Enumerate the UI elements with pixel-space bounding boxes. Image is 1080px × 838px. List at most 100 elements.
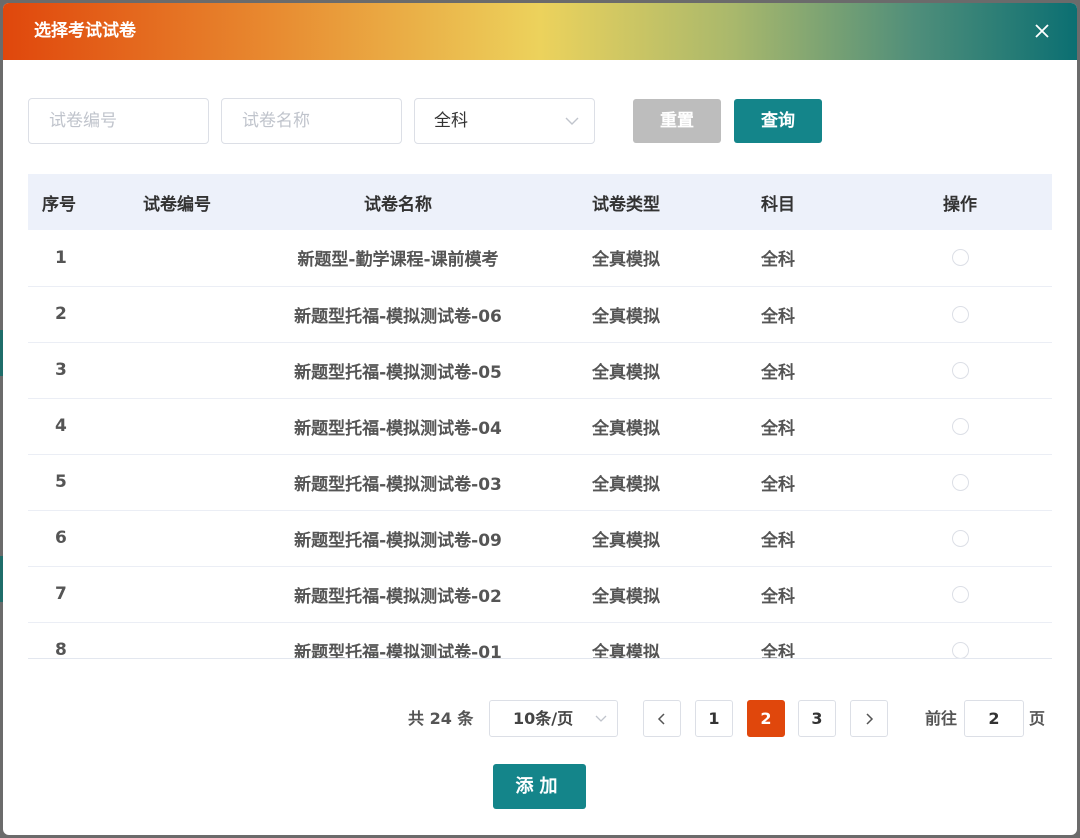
row-paper-no [122, 398, 232, 454]
table-row: 2 新题型托福-模拟测试卷-06 全真模拟 全科 [28, 286, 1052, 342]
row-paper-no [122, 566, 232, 622]
row-paper-type: 全真模拟 [592, 530, 660, 551]
row-paper-type: 全真模拟 [592, 418, 660, 439]
row-action [868, 342, 1052, 398]
row-select-radio[interactable] [951, 473, 969, 491]
row-select-radio[interactable] [951, 529, 969, 547]
row-paper-type: 全真模拟 [592, 250, 660, 271]
table-row: 8 新题型托福-模拟测试卷-01 全真模拟 全科 [28, 622, 1052, 659]
table-row: 4 新题型托福-模拟测试卷-04 全真模拟 全科 [28, 398, 1052, 454]
reset-button[interactable]: 重置 [633, 99, 721, 143]
row-select-radio[interactable] [951, 361, 969, 379]
row-subject: 全科 [761, 306, 795, 327]
goto-prefix: 前往 [925, 709, 958, 728]
row-paper-type: 全真模拟 [592, 362, 660, 383]
row-subject: 全科 [761, 642, 795, 659]
row-select-radio[interactable] [951, 305, 969, 323]
row-subject: 全科 [761, 418, 795, 439]
page-button-3[interactable]: 3 [798, 700, 836, 737]
header-paper-name: 试卷名称 [364, 194, 432, 215]
paper-table: 序号 试卷编号 试卷名称 试卷类型 科目 操作 1 新题型-勤学课程-课前模考 全真… [28, 174, 1052, 659]
page-size-select[interactable]: 10条/页 [489, 700, 618, 737]
paper-no-input[interactable]: 试卷编号 [28, 98, 209, 144]
goto-suffix: 页 [1029, 709, 1046, 728]
table-row: 6 新题型托福-模拟测试卷-09 全真模拟 全科 [28, 510, 1052, 566]
row-paper-name: 新题型托福-模拟测试卷-04 [294, 418, 502, 439]
header-index: 序号 [42, 194, 76, 215]
row-select-radio[interactable] [951, 641, 969, 658]
row-action [868, 286, 1052, 342]
row-subject: 全科 [761, 474, 795, 495]
row-paper-type: 全真模拟 [592, 306, 660, 327]
row-paper-name: 新题型托福-模拟测试卷-03 [294, 474, 502, 495]
row-paper-name: 新题型托福-模拟测试卷-02 [294, 586, 502, 607]
paper-no-placeholder: 试卷编号 [49, 111, 117, 131]
row-select-radio[interactable] [951, 417, 969, 435]
table-header-row: 序号 试卷编号 试卷名称 试卷类型 科目 操作 [28, 174, 1052, 230]
page-button-1[interactable]: 1 [695, 700, 733, 737]
add-button[interactable]: 添加 [493, 764, 586, 809]
row-select-radio[interactable] [951, 249, 969, 267]
row-index: 1 [55, 247, 67, 268]
table-row: 7 新题型托福-模拟测试卷-02 全真模拟 全科 [28, 566, 1052, 622]
chevron-down-icon [564, 113, 580, 129]
row-paper-no [122, 622, 232, 658]
page-button-2[interactable]: 2 [747, 700, 785, 737]
row-paper-no [122, 454, 232, 510]
chevron-right-icon [866, 713, 874, 725]
row-paper-type: 全真模拟 [592, 642, 660, 659]
subject-select-value: 全科 [434, 111, 468, 131]
row-action [868, 566, 1052, 622]
row-action [868, 398, 1052, 454]
header-paper-type: 试卷类型 [592, 194, 660, 215]
select-exam-paper-dialog: 选择考试试卷 试卷编号 试卷名称 全科 重置 查询 序号 试卷编号 试卷名称 试… [3, 3, 1077, 835]
row-select-radio[interactable] [951, 585, 969, 603]
page-size-value: 10条/页 [513, 709, 574, 728]
row-subject: 全科 [761, 362, 795, 383]
prev-page-button[interactable] [643, 700, 681, 737]
goto-page-input[interactable]: 2 [964, 700, 1024, 737]
row-index: 4 [55, 416, 67, 436]
row-index: 2 [55, 304, 67, 324]
dialog-header: 选择考试试卷 [3, 3, 1077, 60]
row-paper-no [122, 510, 232, 566]
row-paper-no [122, 342, 232, 398]
row-index: 6 [55, 528, 67, 548]
row-paper-type: 全真模拟 [592, 474, 660, 495]
row-action [868, 622, 1052, 658]
pagination-total: 共 24 条 [408, 709, 474, 728]
dialog-title: 选择考试试卷 [34, 21, 136, 41]
table-row: 1 新题型-勤学课程-课前模考 全真模拟 全科 [28, 230, 1052, 286]
row-action [868, 454, 1052, 510]
row-paper-no [122, 230, 232, 286]
row-index: 5 [55, 472, 67, 492]
table-row: 3 新题型托福-模拟测试卷-05 全真模拟 全科 [28, 342, 1052, 398]
row-subject: 全科 [761, 530, 795, 551]
row-action [868, 510, 1052, 566]
subject-select[interactable]: 全科 [414, 98, 595, 144]
row-index: 7 [55, 584, 67, 604]
next-page-button[interactable] [850, 700, 888, 737]
row-paper-name: 新题型托福-模拟测试卷-05 [294, 362, 502, 383]
paper-name-input[interactable]: 试卷名称 [221, 98, 402, 144]
row-paper-name: 新题型-勤学课程-课前模考 [297, 250, 499, 271]
chevron-down-icon [594, 711, 608, 725]
row-paper-name: 新题型托福-模拟测试卷-01 [294, 642, 502, 659]
row-subject: 全科 [761, 586, 795, 607]
header-action: 操作 [943, 194, 977, 215]
row-paper-type: 全真模拟 [592, 586, 660, 607]
close-icon[interactable] [1031, 20, 1053, 42]
row-index: 3 [55, 360, 67, 380]
row-index: 8 [55, 640, 67, 659]
header-subject: 科目 [761, 194, 795, 215]
chevron-left-icon [657, 713, 665, 725]
row-paper-no [122, 286, 232, 342]
paper-name-placeholder: 试卷名称 [242, 111, 310, 131]
table-row: 5 新题型托福-模拟测试卷-03 全真模拟 全科 [28, 454, 1052, 510]
row-paper-name: 新题型托福-模拟测试卷-06 [294, 306, 502, 327]
row-subject: 全科 [761, 250, 795, 271]
row-paper-name: 新题型托福-模拟测试卷-09 [294, 530, 502, 551]
row-action [868, 230, 1052, 286]
header-paper-no: 试卷编号 [143, 194, 211, 215]
query-button[interactable]: 查询 [734, 99, 822, 143]
